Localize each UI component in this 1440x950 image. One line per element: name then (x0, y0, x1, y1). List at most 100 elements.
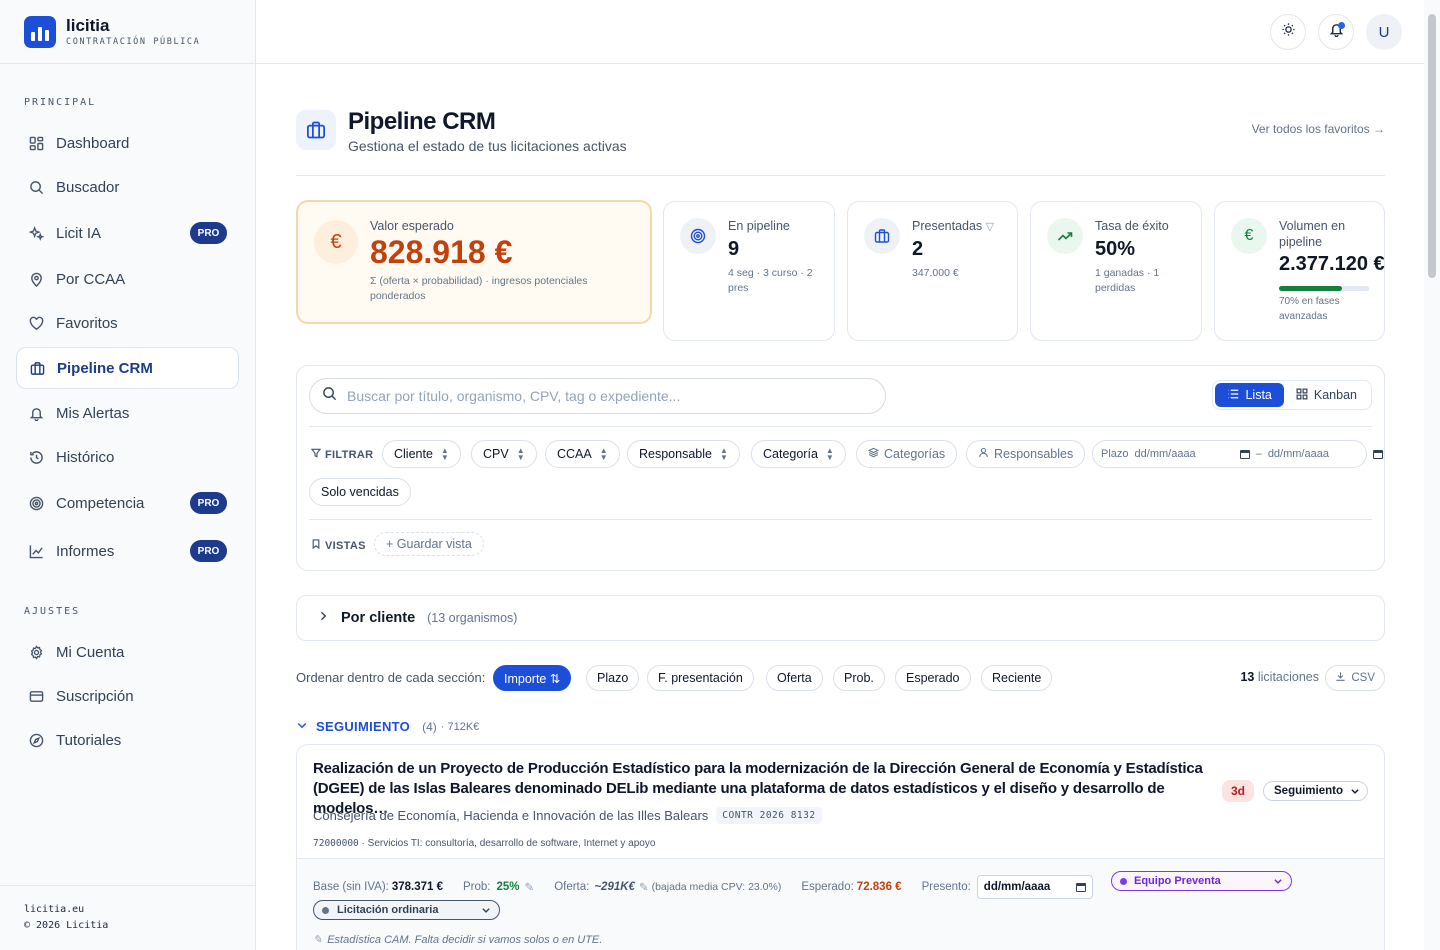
sidebar-item-label: Dashboard (56, 134, 130, 152)
procedure-select[interactable]: Licitación ordinaria (313, 900, 500, 920)
pencil-icon: ✎ (313, 934, 323, 946)
sidebar-item-pipeline-crm[interactable]: Pipeline CRM (16, 347, 239, 389)
offer-label: Oferta: (554, 881, 590, 893)
sidebar-item-label: Buscador (56, 178, 120, 196)
kanban-view-button[interactable]: Kanban (1284, 383, 1369, 407)
layers-icon (867, 447, 880, 461)
sidebar-item-competencia[interactable]: Competencia PRO (16, 482, 239, 524)
search-field[interactable] (309, 378, 886, 414)
presented-label: Presento: (921, 881, 971, 893)
sort-oferta[interactable]: Oferta (766, 665, 823, 691)
divider (296, 175, 1385, 176)
responsables-button[interactable]: Responsables (966, 440, 1086, 468)
search-input[interactable] (347, 388, 847, 404)
views-label: VISTAS (311, 539, 366, 552)
group-by-client[interactable]: Por cliente (13 organismos) (296, 595, 1385, 641)
sidebar-item-suscripcion[interactable]: Suscripción (16, 675, 239, 717)
sort-reciente[interactable]: Reciente (981, 665, 1053, 691)
sort-label: Ordenar dentro de cada sección: (296, 670, 486, 685)
filter-ccaa[interactable]: CCAA ▲ ▼ (545, 440, 620, 468)
sort-prob[interactable]: Prob. (833, 665, 885, 691)
scrollbar[interactable] (1424, 0, 1440, 950)
sort-importe[interactable]: Importe ⇅ (493, 665, 572, 691)
chip-label: Responsables (994, 447, 1074, 461)
team-select[interactable]: Equipo Preventa (1111, 871, 1292, 891)
organism-name[interactable]: Consejería de Economía, Hacienda e Innov… (313, 808, 708, 823)
chip-label: Cliente (394, 447, 433, 461)
status-value: Seguimiento (1274, 785, 1344, 797)
export-csv-button[interactable]: CSV (1325, 665, 1385, 691)
stage-header-seguimiento[interactable]: SEGUIMIENTO (4) · 712K€ (296, 719, 479, 734)
view-favorites-link[interactable]: Ver todos los favoritos → (1252, 122, 1385, 136)
sidebar-item-licit-ia[interactable]: Licit IA PRO (16, 212, 239, 254)
team-dot (1120, 877, 1127, 885)
expected-label: Esperado: (801, 881, 854, 893)
kanban-view-label: Kanban (1313, 388, 1357, 402)
tender-details: Base (sin IVA): 378.371 € Prob: 25% ✎ Ofer… (297, 858, 1384, 950)
logo[interactable]: licitia CONTRATACIÓN PÚBLICA (0, 0, 255, 64)
sidebar-item-mis-alertas[interactable]: Mis Alertas (16, 392, 239, 434)
kpi-meta: 4 seg · 3 curso · 2 pres (728, 267, 813, 294)
filter-panel: Lista Kanban FILTRAR Cliente ▲▼ CPV ▲▼ CCA… (296, 365, 1385, 571)
brand-tagline: CONTRATACIÓN PÚBLICA (66, 36, 201, 47)
search-icon (322, 386, 337, 406)
site-url[interactable]: licitia.eu (24, 902, 231, 918)
date-separator: – (1255, 448, 1262, 460)
status-select[interactable]: Seguimiento (1263, 781, 1368, 801)
grid-icon (1296, 388, 1308, 403)
prob-value[interactable]: 25% (497, 881, 520, 893)
expired-only-toggle[interactable]: Solo vencidas (309, 478, 411, 506)
csv-label: CSV (1351, 672, 1375, 684)
sidebar-item-favoritos[interactable]: Favoritos (16, 302, 239, 344)
calendar-icon[interactable] (1239, 449, 1250, 459)
offer-value[interactable]: ~291K€ (594, 881, 635, 893)
calendar-icon[interactable] (1075, 882, 1086, 892)
heart-icon (28, 315, 44, 331)
card-icon (28, 688, 44, 704)
sidebar-item-buscador[interactable]: Buscador (16, 166, 239, 208)
sidebar-item-informes[interactable]: Informes PRO (16, 530, 239, 572)
theme-toggle-button[interactable] (1270, 14, 1306, 50)
scrollbar-thumb[interactable] (1428, 14, 1436, 278)
filter-categoria[interactable]: Categoría ▲ ▼ (751, 440, 846, 468)
sort-plazo[interactable]: Plazo (586, 665, 640, 691)
sort-fecha-presentacion[interactable]: F. presentación (647, 665, 754, 691)
bell-icon (28, 405, 44, 421)
filter-cpv[interactable]: CPV ▲ ▼ (471, 440, 537, 468)
sidebar-item-label: Competencia (56, 494, 145, 512)
divider (309, 426, 1372, 427)
avatar[interactable]: U (1366, 14, 1402, 50)
kpi-label: Tasa de éxito (1095, 219, 1169, 233)
presented-date-input[interactable]: dd/mm/aaaa (976, 875, 1093, 899)
topbar: U (256, 0, 1424, 64)
brand-name: licitia (66, 15, 110, 35)
save-view-button[interactable]: + Guardar vista (374, 532, 484, 556)
sidebar-item-mi-cuenta[interactable]: Mi Cuenta (16, 631, 239, 673)
kpi-value: 2 (912, 238, 924, 260)
deadline-from-input[interactable]: dd/mm/aaaa (1135, 448, 1250, 460)
search-icon (28, 179, 44, 195)
tender-note[interactable]: ✎ Estadística CAM. Falta decidir si vamo… (313, 933, 602, 947)
sidebar-item-label: Tutoriales (56, 731, 122, 749)
pro-badge: PRO (190, 222, 227, 244)
pencil-icon[interactable]: ✎ (639, 880, 649, 894)
sidebar-item-label: Mi Cuenta (56, 643, 125, 661)
list-view-button[interactable]: Lista (1215, 383, 1284, 407)
sidebar-item-historico[interactable]: Histórico (16, 436, 239, 478)
sort-esperado[interactable]: Esperado (895, 665, 971, 691)
tender-card[interactable]: Realización de un Proyecto de Producción… (296, 744, 1385, 950)
sidebar-item-tutoriales[interactable]: Tutoriales (16, 719, 239, 761)
notifications-button[interactable] (1318, 14, 1354, 50)
filter-cliente[interactable]: Cliente ▲ ▼ (382, 440, 461, 468)
pencil-icon[interactable]: ✎ (525, 880, 535, 894)
categories-button[interactable]: Categorías (856, 440, 958, 468)
logo-mark-icon (24, 15, 56, 48)
filter-icon[interactable]: ▽ (986, 221, 994, 233)
chevron-right-icon (317, 609, 329, 627)
deadline-to-input[interactable]: dd/mm/aaaa (1268, 448, 1383, 460)
sidebar-item-dashboard[interactable]: Dashboard (16, 122, 239, 164)
copyright: © 2026 Licitia (24, 920, 109, 931)
sidebar-item-por-ccaa[interactable]: Por CCAA (16, 258, 239, 300)
filter-responsable[interactable]: Responsable ▲ ▼ (627, 440, 740, 468)
calendar-icon[interactable] (1372, 449, 1383, 459)
